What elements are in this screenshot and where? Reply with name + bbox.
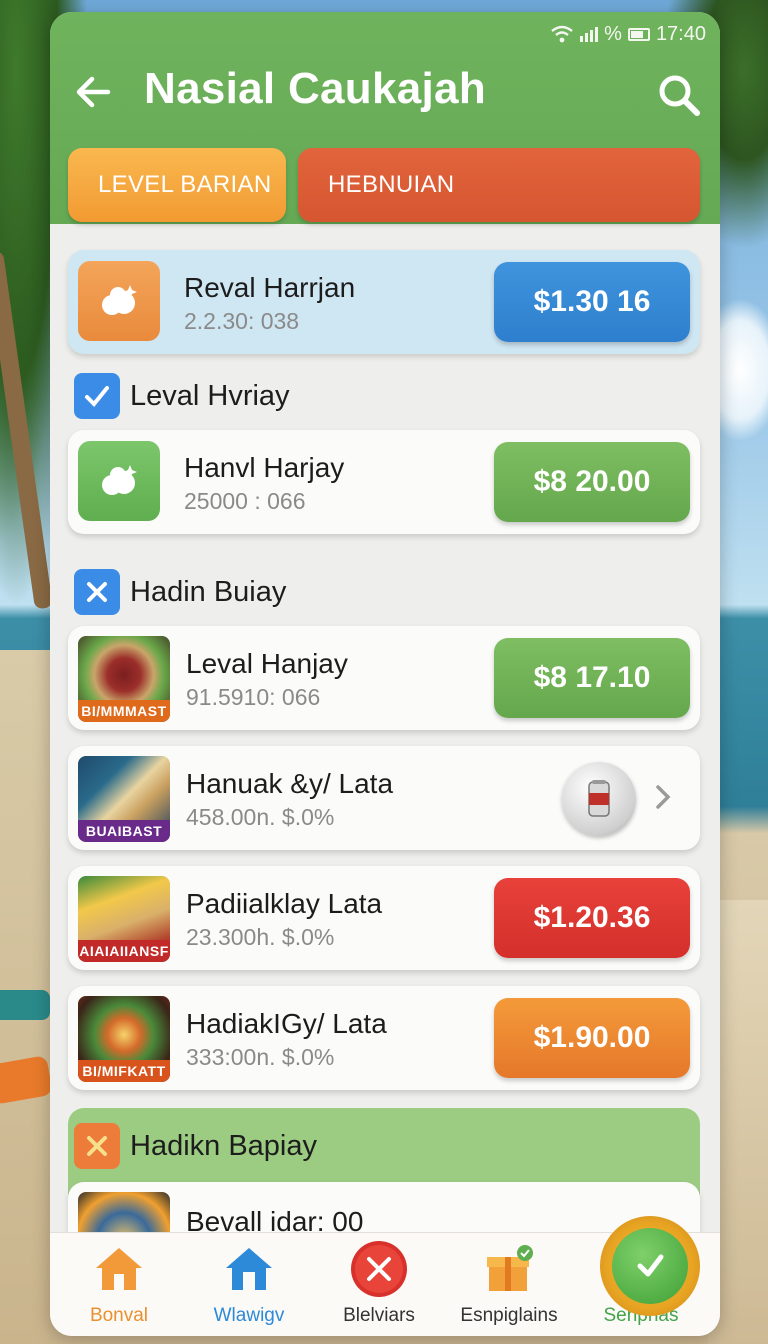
list-item[interactable]: BI/MMMAST Leval Hanjay 91.5910: 066 $8 1… xyxy=(68,626,700,730)
page-title: Nasial Caukajah xyxy=(144,64,486,113)
item-subtitle: 458.00n. $.0% xyxy=(186,804,335,830)
status-time: 17:40 xyxy=(655,22,706,45)
signal-icon xyxy=(580,26,599,42)
price-button[interactable]: $1.90.00 xyxy=(494,998,690,1078)
thumbnail-label: BI/MIFKATT xyxy=(78,1060,170,1082)
list-item[interactable]: BI/MIFKATT HadiakIGy/ Lata 333:00n. $.0%… xyxy=(68,986,700,1090)
nav-label: Bonval xyxy=(89,1305,149,1326)
close-circle-icon xyxy=(349,1239,409,1299)
checkbox-x-icon[interactable] xyxy=(74,1123,120,1169)
item-title: Reval Harrjan xyxy=(184,272,356,303)
status-bar: % 17:40 xyxy=(550,22,706,46)
tab-hebnuian[interactable]: HEBNUIAN xyxy=(298,148,700,222)
item-subtitle: 2.2.30: 038 xyxy=(184,308,300,334)
item-title: Leval Hanjay xyxy=(186,648,348,679)
item-title: Padiialklay Lata xyxy=(186,888,383,919)
item-subtitle: 91.5910: 066 xyxy=(186,684,321,710)
chevron-right-icon[interactable] xyxy=(648,782,678,812)
food-thumbnail: BI/MMMAST xyxy=(78,636,170,722)
wifi-icon xyxy=(551,25,573,43)
bubble-sparkle-icon xyxy=(78,441,160,521)
nav-item-blelviars[interactable]: Blelviars xyxy=(314,1239,444,1335)
nav-item-esnpiglains[interactable]: Esnpiglains xyxy=(444,1239,574,1335)
checkbox-x-icon[interactable] xyxy=(74,569,120,615)
checkmark-icon xyxy=(612,1228,688,1304)
item-subtitle: 333:00n. $.0% xyxy=(186,1044,335,1070)
list-item[interactable]: AIAIAIIANSF Padiialklay Lata 23.300h. $.… xyxy=(68,866,700,970)
price-button[interactable]: $8 17.10 xyxy=(494,638,690,718)
thumbnail-label: AIAIAIIANSF xyxy=(78,940,170,962)
home-icon xyxy=(89,1239,149,1299)
search-icon[interactable] xyxy=(656,72,702,118)
price-button[interactable]: $8 20.00 xyxy=(494,442,690,522)
nav-item-bonval[interactable]: Bonval xyxy=(54,1239,184,1335)
beach-towel-teal xyxy=(0,990,50,1020)
nav-label: Wlawigv xyxy=(213,1305,285,1326)
section-header: Leval Hvriay xyxy=(74,372,290,420)
list-item[interactable]: BUAIBAST Hanuak &y/ Lata 458.00n. $.0% xyxy=(68,746,700,850)
thumbnail-label: BUAIBAST xyxy=(78,820,170,842)
food-thumbnail: AIAIAIIANSF xyxy=(78,876,170,962)
battery-icon xyxy=(627,27,650,41)
nav-label: Esnpiglains xyxy=(460,1305,558,1326)
section-label: Hadin Buiay xyxy=(130,575,287,608)
section-header: Hadikn Bapiay xyxy=(74,1122,317,1170)
checkbox-checked-icon[interactable] xyxy=(74,373,120,419)
tab-level-barian[interactable]: LEVEL BARIAN xyxy=(68,148,286,222)
nav-label: Blelviars xyxy=(343,1305,415,1326)
item-title: Hanuak &y/ Lata xyxy=(186,768,394,799)
house-icon xyxy=(219,1239,279,1299)
gift-box-icon xyxy=(479,1239,539,1299)
item-subtitle: 25000 : 066 xyxy=(184,488,306,514)
bubble-sparkle-icon xyxy=(78,261,160,341)
nav-item-wlawigv[interactable]: Wlawigv xyxy=(184,1239,314,1335)
thumbnail-label: BI/MMMAST xyxy=(78,700,170,722)
price-button[interactable]: $1.30 16 xyxy=(494,262,690,342)
section-header: Hadin Buiay xyxy=(74,568,286,616)
back-arrow-icon[interactable] xyxy=(72,70,116,114)
price-button[interactable]: $1.20.36 xyxy=(494,878,690,958)
section-label: Leval Hvriay xyxy=(130,379,290,412)
item-title: HadiakIGy/ Lata xyxy=(186,1008,387,1039)
featured-item[interactable]: Reval Harrjan 2.2.30: 038 $1.30 16 xyxy=(68,250,700,354)
list-item[interactable]: Hanvl Harjay 25000 : 066 $8 20.00 xyxy=(68,430,700,534)
food-thumbnail: BI/MIFKATT xyxy=(78,996,170,1082)
item-subtitle: 23.300h. $.0% xyxy=(186,924,335,950)
section-label: Hadikn Bapiay xyxy=(130,1129,317,1162)
app-header: % 17:40 Nasial Caukajah LEVEL BARIAN HEB… xyxy=(50,12,720,224)
app-panel: % 17:40 Nasial Caukajah LEVEL BARIAN HEB… xyxy=(50,12,720,1336)
percent-glyph: % xyxy=(604,22,622,45)
soda-can-icon[interactable] xyxy=(562,762,636,836)
item-title: Hanvl Harjay xyxy=(184,452,345,483)
confirm-badge-icon[interactable] xyxy=(600,1216,700,1316)
food-thumbnail: BUAIBAST xyxy=(78,756,170,842)
